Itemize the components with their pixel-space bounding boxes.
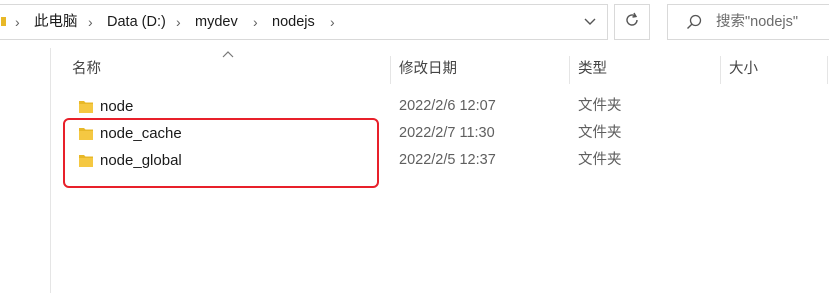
breadcrumb-this-pc[interactable]: 此电脑 bbox=[34, 5, 78, 39]
breadcrumb-nodejs[interactable]: nodejs bbox=[272, 5, 315, 39]
column-header-row: 名称 修改日期 类型 大小 bbox=[51, 50, 829, 86]
column-header-type[interactable]: 类型 bbox=[578, 52, 607, 86]
search-placeholder: 搜索"nodejs" bbox=[716, 14, 799, 30]
breadcrumb-mydev[interactable]: mydev bbox=[195, 5, 238, 39]
column-divider[interactable] bbox=[390, 56, 391, 84]
file-type: 文件夹 bbox=[578, 152, 622, 168]
address-bar[interactable]: › 此电脑 › Data (D:) › mydev › nodejs › bbox=[0, 4, 608, 40]
chevron-right-icon[interactable]: › bbox=[88, 5, 93, 39]
file-row[interactable]: node 2022/2/6 12:07 文件夹 bbox=[51, 93, 829, 120]
refresh-button[interactable] bbox=[614, 4, 650, 40]
highlight-annotation bbox=[63, 118, 379, 188]
file-name[interactable]: node bbox=[100, 93, 133, 120]
chevron-right-icon[interactable]: › bbox=[330, 5, 335, 39]
folder-icon bbox=[79, 100, 93, 118]
column-divider[interactable] bbox=[827, 56, 828, 84]
navigation-pane[interactable] bbox=[0, 48, 51, 293]
column-divider[interactable] bbox=[720, 56, 721, 84]
file-modified: 2022/2/6 12:07 bbox=[399, 98, 496, 114]
breadcrumb-data-drive[interactable]: Data (D:) bbox=[107, 5, 166, 39]
navigation-bar: › 此电脑 › Data (D:) › mydev › nodejs › 搜索"… bbox=[0, 0, 829, 48]
chevron-right-icon[interactable]: › bbox=[15, 5, 20, 39]
column-divider[interactable] bbox=[569, 56, 570, 84]
column-header-modified[interactable]: 修改日期 bbox=[399, 52, 457, 86]
file-modified: 2022/2/5 12:37 bbox=[399, 152, 496, 168]
folder-mini-icon bbox=[1, 5, 9, 39]
file-type: 文件夹 bbox=[578, 125, 622, 141]
search-icon bbox=[686, 14, 702, 35]
chevron-down-icon[interactable] bbox=[581, 5, 599, 39]
column-header-size[interactable]: 大小 bbox=[729, 52, 758, 86]
search-input[interactable]: 搜索"nodejs" bbox=[667, 4, 829, 40]
chevron-right-icon[interactable]: › bbox=[176, 5, 181, 39]
file-type: 文件夹 bbox=[578, 98, 622, 114]
refresh-icon bbox=[624, 12, 640, 33]
chevron-right-icon[interactable]: › bbox=[253, 5, 258, 39]
file-modified: 2022/2/7 11:30 bbox=[399, 125, 495, 141]
column-header-name[interactable]: 名称 bbox=[72, 52, 101, 86]
sort-up-icon bbox=[222, 50, 234, 61]
